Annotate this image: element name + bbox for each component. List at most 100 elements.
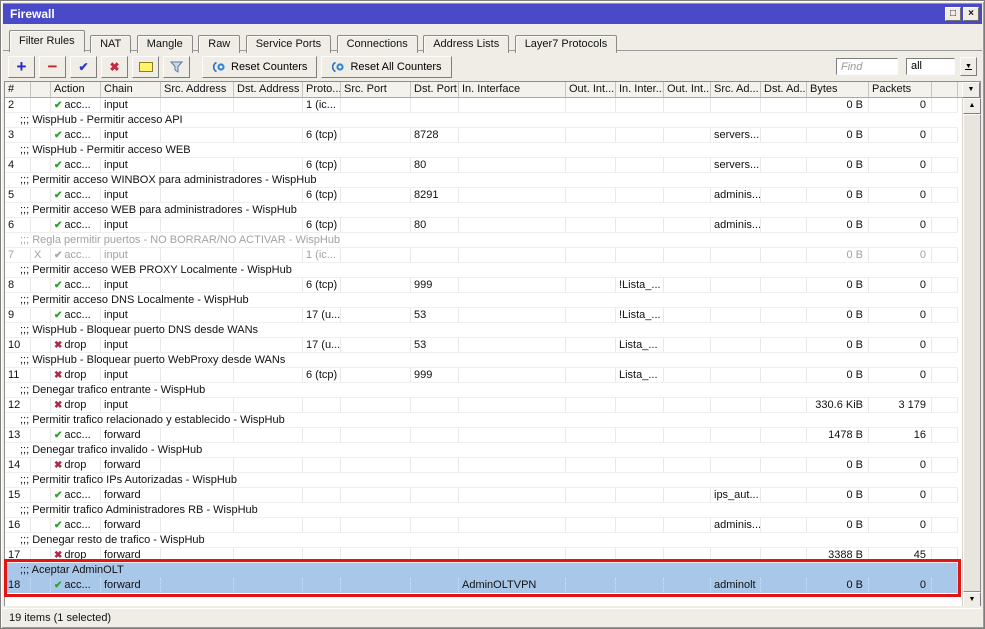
firewall-rule-row[interactable]: 18✔acc...forwardAdminOLTVPNadminolt0 B0 bbox=[5, 578, 958, 593]
cell-out_interface bbox=[566, 248, 616, 262]
filter-button[interactable] bbox=[163, 56, 190, 78]
column-header-in_interface_list[interactable]: In. Inter... bbox=[616, 82, 664, 98]
firewall-rule-row[interactable]: 16✔acc...forwardadminis...0 B0 bbox=[5, 518, 958, 533]
comment-row[interactable]: ;;; WispHub - Permitir acceso WEB bbox=[5, 143, 958, 158]
reset-counters-button[interactable]: Reset Counters bbox=[202, 56, 317, 78]
tab-mangle[interactable]: Mangle bbox=[137, 35, 193, 53]
cell-spacer bbox=[932, 248, 958, 262]
column-header-dst_port[interactable]: Dst. Port bbox=[411, 82, 459, 98]
comment-row[interactable]: ;;; Denegar trafico invalido - WispHub bbox=[5, 443, 958, 458]
scroll-up-icon[interactable]: ▲ bbox=[963, 98, 981, 114]
comment-button[interactable] bbox=[132, 56, 159, 78]
column-header-src_address_list[interactable]: Src. Ad... bbox=[711, 82, 761, 98]
remove-rule-button[interactable]: − bbox=[39, 56, 66, 78]
firewall-rule-row[interactable]: 9✔acc...input17 (u...53!Lista_...0 B0 bbox=[5, 308, 958, 323]
scroll-down-icon[interactable]: ▼ bbox=[963, 592, 981, 608]
firewall-rule-row[interactable]: 11✖dropinput6 (tcp)999Lista_...0 B0 bbox=[5, 368, 958, 383]
cell-dst_address bbox=[234, 188, 303, 202]
comment-text: ;;; Aceptar AdminOLT bbox=[5, 563, 958, 577]
cell-in_interface bbox=[459, 218, 566, 232]
firewall-rule-row[interactable]: 4✔acc...input6 (tcp)80servers...0 B0 bbox=[5, 158, 958, 173]
vertical-scrollbar[interactable]: ▲ ▼ bbox=[962, 98, 980, 608]
accept-icon: ✔ bbox=[54, 250, 62, 261]
comment-row[interactable]: ;;; WispHub - Permitir acceso API bbox=[5, 113, 958, 128]
column-header-protocol[interactable]: Proto... bbox=[303, 82, 341, 98]
tab-raw[interactable]: Raw bbox=[198, 35, 240, 53]
firewall-rule-row[interactable]: 6✔acc...input6 (tcp)80adminis...0 B0 bbox=[5, 218, 958, 233]
column-header-num[interactable]: # bbox=[5, 82, 31, 98]
maximize-icon[interactable]: □ bbox=[945, 7, 961, 21]
comment-row[interactable]: ;;; Permitir trafico Administradores RB … bbox=[5, 503, 958, 518]
comment-text: ;;; Permitir acceso WEB para administrad… bbox=[5, 203, 958, 217]
comment-row[interactable]: ;;; Permitir acceso WINBOX para administ… bbox=[5, 173, 958, 188]
cell-dst_port: 53 bbox=[411, 308, 459, 322]
cell-dst_address_list bbox=[761, 428, 807, 442]
column-header-src_port[interactable]: Src. Port bbox=[341, 82, 411, 98]
reset-all-counters-button[interactable]: Reset All Counters bbox=[321, 56, 451, 78]
comment-text: ;;; Permitir acceso WINBOX para administ… bbox=[5, 173, 958, 187]
accept-icon: ✔ bbox=[54, 220, 62, 231]
firewall-rule-row[interactable]: 5✔acc...input6 (tcp)8291adminis...0 B0 bbox=[5, 188, 958, 203]
tab-connections[interactable]: Connections bbox=[337, 35, 418, 53]
column-menu-icon[interactable]: ▼ bbox=[962, 82, 980, 98]
cell-dst_port: 999 bbox=[411, 278, 459, 292]
comment-row[interactable]: ;;; Denegar resto de trafico - WispHub bbox=[5, 533, 958, 548]
comment-row[interactable]: ;;; Permitir trafico IPs Autorizadas - W… bbox=[5, 473, 958, 488]
tab-layer7-protocols[interactable]: Layer7 Protocols bbox=[515, 35, 618, 53]
comment-row[interactable]: ;;; Permitir acceso WEB para administrad… bbox=[5, 203, 958, 218]
find-input[interactable] bbox=[836, 58, 898, 75]
column-header-bytes[interactable]: Bytes bbox=[807, 82, 869, 98]
filter-scope-dropdown[interactable]: all bbox=[906, 58, 955, 75]
tab-nat[interactable]: NAT bbox=[90, 35, 131, 53]
cell-protocol: 6 (tcp) bbox=[303, 218, 341, 232]
cell-num: 9 bbox=[5, 308, 31, 322]
titlebar[interactable]: Firewall □ × bbox=[3, 3, 982, 24]
disable-rule-button[interactable]: ✖ bbox=[101, 56, 128, 78]
cell-src_port bbox=[341, 368, 411, 382]
tab-filter-rules[interactable]: Filter Rules bbox=[9, 30, 85, 52]
comment-row[interactable]: ;;; Permitir acceso WEB PROXY Localmente… bbox=[5, 263, 958, 278]
add-rule-button[interactable]: + bbox=[8, 56, 35, 78]
cell-packets: 0 bbox=[869, 308, 932, 322]
firewall-rule-row[interactable]: 2✔acc...input1 (ic...0 B0 bbox=[5, 98, 958, 113]
comment-row[interactable]: ;;; Aceptar AdminOLT bbox=[5, 563, 958, 578]
firewall-rule-row[interactable]: 17✖dropforward3388 B45 bbox=[5, 548, 958, 563]
tab-address-lists[interactable]: Address Lists bbox=[423, 35, 509, 53]
column-header-packets[interactable]: Packets bbox=[869, 82, 932, 98]
firewall-rule-row[interactable]: 15✔acc...forwardips_aut...0 B0 bbox=[5, 488, 958, 503]
cell-protocol bbox=[303, 398, 341, 412]
cell-src_address_list: adminis... bbox=[711, 188, 761, 202]
column-header-out_interface_list[interactable]: Out. Int... bbox=[664, 82, 711, 98]
scrollbar-thumb[interactable] bbox=[963, 114, 981, 592]
enable-rule-button[interactable]: ✔ bbox=[70, 56, 97, 78]
cell-num: 7 bbox=[5, 248, 31, 262]
tab-service-ports[interactable]: Service Ports bbox=[246, 35, 331, 53]
firewall-rule-row[interactable]: 14✖dropforward0 B0 bbox=[5, 458, 958, 473]
comment-row[interactable]: ;;; Denegar trafico entrante - WispHub bbox=[5, 383, 958, 398]
comment-row[interactable]: ;;; Permitir trafico relacionado y estab… bbox=[5, 413, 958, 428]
cell-spacer bbox=[932, 338, 958, 352]
firewall-rule-row[interactable]: 13✔acc...forward1478 B16 bbox=[5, 428, 958, 443]
column-header-dst_address_list[interactable]: Dst. Ad... bbox=[761, 82, 807, 98]
column-header-spacer[interactable] bbox=[932, 82, 958, 98]
column-header-flag[interactable] bbox=[31, 82, 51, 98]
firewall-rule-row[interactable]: 10✖dropinput17 (u...53Lista_...0 B0 bbox=[5, 338, 958, 353]
cell-src_port bbox=[341, 458, 411, 472]
cell-dst_address_list bbox=[761, 368, 807, 382]
firewall-rule-row[interactable]: 12✖dropinput330.6 KiB3 179 bbox=[5, 398, 958, 413]
column-header-action[interactable]: Action bbox=[51, 82, 101, 98]
comment-row[interactable]: ;;; WispHub - Bloquear puerto DNS desde … bbox=[5, 323, 958, 338]
comment-row[interactable]: ;;; Permitir acceso DNS Localmente - Wis… bbox=[5, 293, 958, 308]
firewall-rule-row[interactable]: 8✔acc...input6 (tcp)999!Lista_...0 B0 bbox=[5, 278, 958, 293]
dropdown-arrow-icon[interactable]: ▼ bbox=[960, 57, 977, 76]
comment-row[interactable]: ;;; Regla permitir puertos - NO BORRAR/N… bbox=[5, 233, 958, 248]
firewall-rule-row[interactable]: 3✔acc...input6 (tcp)8728servers...0 B0 bbox=[5, 128, 958, 143]
column-header-src_address[interactable]: Src. Address bbox=[161, 82, 234, 98]
firewall-rule-row[interactable]: 7X✔acc...input1 (ic...0 B0 bbox=[5, 248, 958, 263]
column-header-dst_address[interactable]: Dst. Address bbox=[234, 82, 303, 98]
comment-row[interactable]: ;;; WispHub - Bloquear puerto WebProxy d… bbox=[5, 353, 958, 368]
column-header-in_interface[interactable]: In. Interface bbox=[459, 82, 566, 98]
close-icon[interactable]: × bbox=[963, 7, 979, 21]
column-header-chain[interactable]: Chain bbox=[101, 82, 161, 98]
column-header-out_interface[interactable]: Out. Int... bbox=[566, 82, 616, 98]
